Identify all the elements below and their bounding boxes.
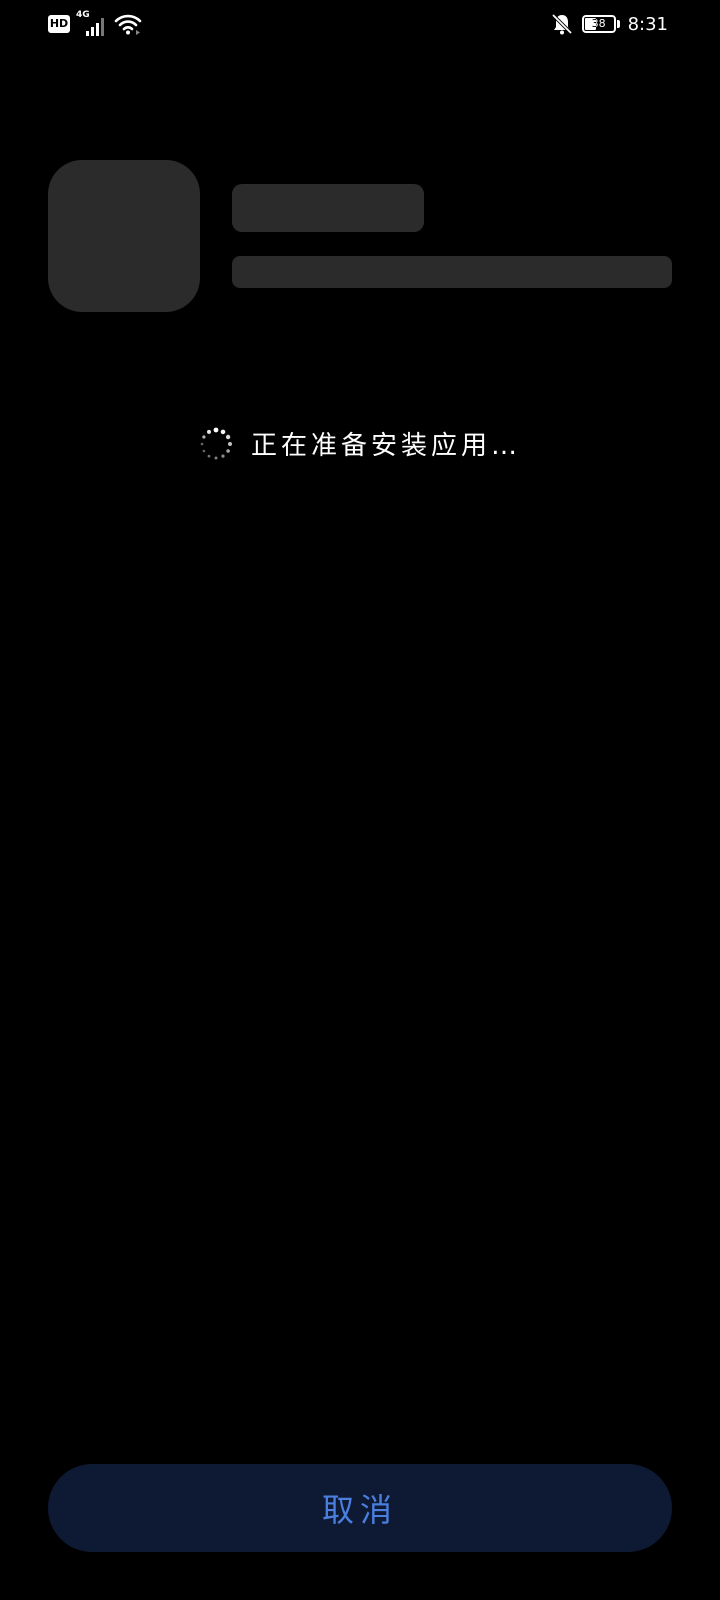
app-name-placeholder	[232, 184, 424, 232]
hd-icon: HD	[48, 15, 70, 33]
loading-spinner-icon	[200, 427, 232, 459]
status-bar-left: HD 4G	[48, 10, 142, 36]
cancel-button-label: 取消	[321, 1491, 398, 1529]
battery-cap	[616, 20, 620, 28]
status-bar: HD 4G 38 8:31	[0, 0, 720, 48]
signal-icon	[86, 18, 104, 36]
app-description-placeholder	[232, 256, 672, 288]
battery-indicator: 38	[581, 15, 620, 33]
status-time: 8:31	[627, 13, 668, 35]
battery-icon: 38	[581, 15, 616, 33]
status-bar-right: 38 8:31	[550, 12, 668, 36]
bell-muted-icon	[551, 13, 572, 35]
app-icon-placeholder	[48, 160, 200, 312]
wifi-icon	[114, 14, 142, 35]
install-status-text: 正在准备安装应用…	[250, 431, 521, 461]
network-indicator: 4G	[76, 10, 104, 36]
battery-level: 38	[591, 17, 606, 30]
cancel-button[interactable]: 取消	[48, 1464, 672, 1552]
install-status: 正在准备安装应用…	[0, 425, 720, 462]
